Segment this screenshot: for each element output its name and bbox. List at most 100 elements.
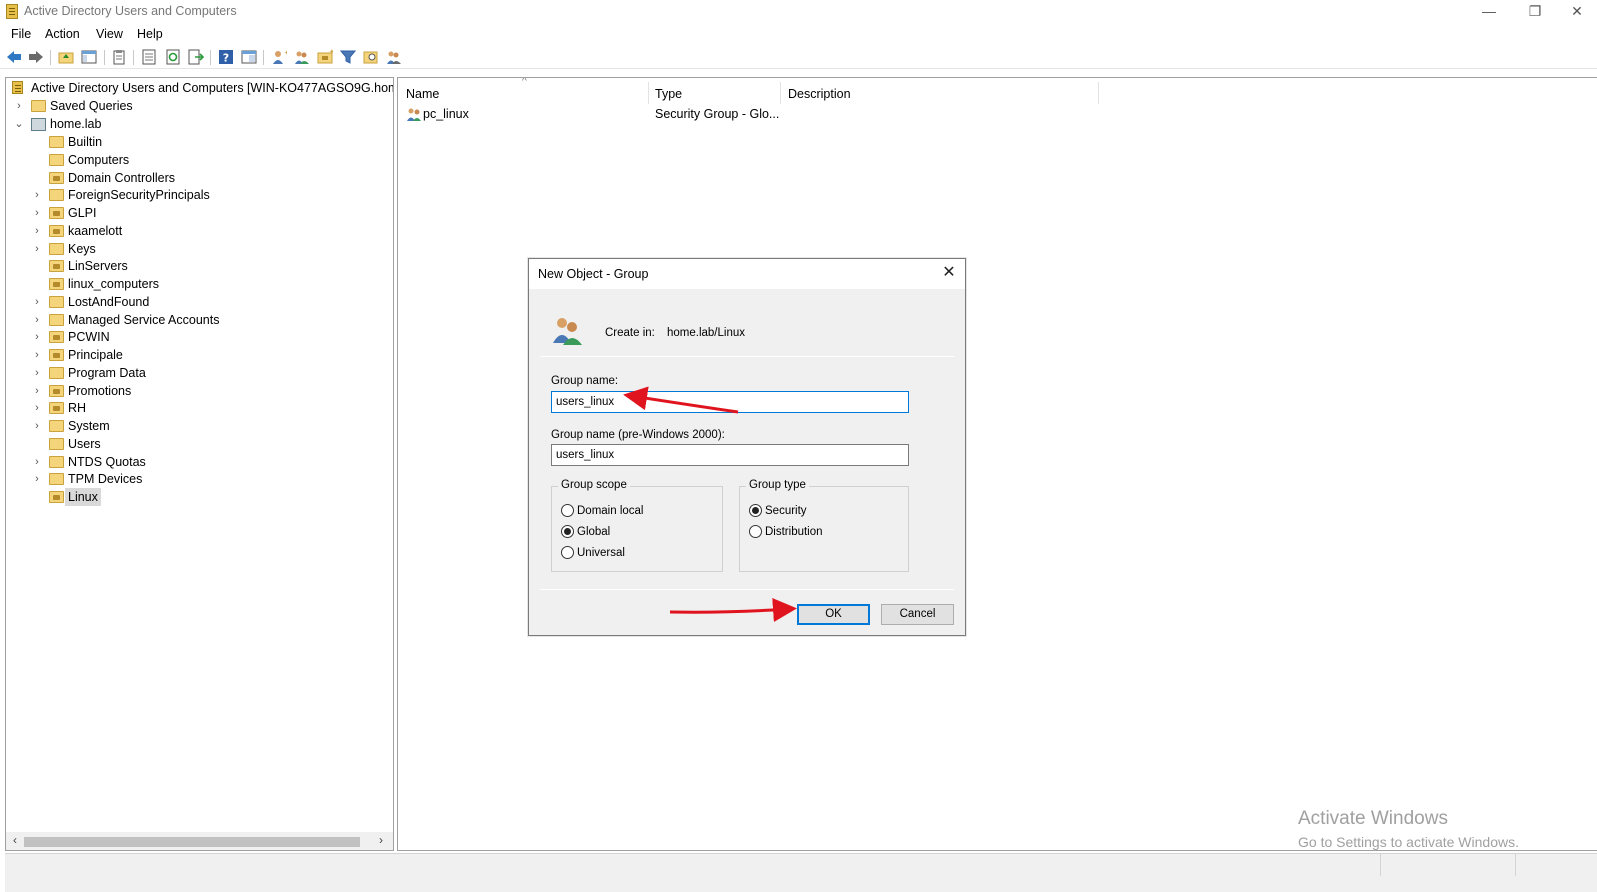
add-to-group-icon[interactable] bbox=[386, 49, 402, 65]
create-in-label: Create in: bbox=[605, 327, 655, 339]
chevron-right-icon[interactable]: › bbox=[32, 222, 42, 240]
group-type-box: Group type Security Distribution bbox=[739, 479, 909, 572]
new-group-icon[interactable] bbox=[294, 49, 310, 65]
aduc-icon bbox=[12, 81, 23, 94]
group-icon bbox=[553, 318, 582, 345]
help-icon[interactable]: ? bbox=[218, 49, 234, 65]
folder-icon bbox=[49, 455, 64, 468]
list-cell-name: pc_linux bbox=[423, 107, 469, 121]
ou-folder-icon bbox=[49, 491, 64, 503]
group-scope-box: Group scope Domain local Global Universa… bbox=[551, 479, 723, 572]
chevron-right-icon[interactable]: › bbox=[32, 346, 42, 364]
menu-help[interactable]: Help bbox=[137, 27, 163, 41]
tree-pane: Active Directory Users and Computers [WI… bbox=[5, 77, 394, 851]
group-name-pre2000-input[interactable] bbox=[551, 444, 909, 466]
activation-watermark-title: Activate Windows bbox=[1298, 808, 1448, 829]
close-button[interactable]: ✕ bbox=[1558, 0, 1596, 24]
radio-button[interactable] bbox=[561, 546, 574, 559]
ou-folder-icon bbox=[49, 224, 64, 237]
chevron-right-icon[interactable]: › bbox=[32, 204, 42, 222]
menu-action[interactable]: Action bbox=[45, 27, 80, 41]
folder-icon bbox=[49, 473, 64, 486]
group-name-pre2000-label: Group name (pre-Windows 2000): bbox=[551, 429, 725, 441]
folder-icon bbox=[49, 242, 64, 255]
console-view-icon[interactable] bbox=[241, 49, 257, 65]
show-hide-tree-icon[interactable] bbox=[81, 49, 97, 65]
cancel-button[interactable]: Cancel bbox=[881, 604, 954, 625]
horizontal-scrollbar[interactable]: ‹ › bbox=[6, 832, 393, 850]
chevron-right-icon[interactable]: › bbox=[32, 399, 42, 417]
back-arrow-icon[interactable] bbox=[6, 49, 22, 65]
status-bar bbox=[5, 853, 1597, 892]
column-header-type[interactable]: Type bbox=[655, 84, 682, 104]
chevron-right-icon[interactable]: › bbox=[32, 382, 42, 400]
export-list-icon[interactable] bbox=[188, 49, 204, 65]
svg-text:?: ? bbox=[223, 52, 229, 65]
divider bbox=[540, 356, 954, 357]
radio-button[interactable] bbox=[749, 525, 762, 538]
title-bar: Active Directory Users and Computers — ❐… bbox=[0, 0, 1597, 24]
chevron-right-icon[interactable]: › bbox=[32, 364, 42, 382]
up-folder-icon[interactable] bbox=[58, 49, 74, 65]
folder-icon bbox=[49, 437, 64, 450]
chevron-right-icon[interactable]: › bbox=[32, 417, 42, 435]
activation-watermark-subtitle: Go to Settings to activate Windows. bbox=[1298, 834, 1519, 850]
chevron-right-icon[interactable]: › bbox=[32, 470, 42, 488]
domain-icon bbox=[31, 118, 46, 131]
properties-icon[interactable] bbox=[141, 49, 157, 65]
group-name-label: Group name: bbox=[551, 375, 619, 387]
radio-button[interactable] bbox=[561, 504, 574, 517]
chevron-right-icon[interactable]: › bbox=[32, 186, 42, 204]
filter-icon[interactable] bbox=[340, 49, 356, 65]
folder-icon bbox=[49, 136, 64, 148]
restore-button[interactable]: ❐ bbox=[1512, 0, 1558, 24]
menu-view[interactable]: View bbox=[96, 27, 123, 41]
ou-folder-icon bbox=[49, 402, 64, 415]
column-header-description[interactable]: Description bbox=[788, 84, 851, 104]
folder-icon bbox=[49, 420, 64, 432]
menu-file[interactable]: File bbox=[11, 27, 31, 41]
chevron-right-icon[interactable]: › bbox=[14, 97, 24, 115]
folder-icon bbox=[49, 366, 64, 379]
folder-icon bbox=[31, 100, 46, 112]
group-name-input[interactable] bbox=[551, 391, 909, 413]
folder-icon bbox=[49, 313, 64, 326]
ou-folder-icon bbox=[49, 349, 64, 361]
window-title: Active Directory Users and Computers bbox=[24, 4, 237, 18]
group-scope-title: Group scope bbox=[558, 479, 630, 491]
clipboard-icon[interactable] bbox=[111, 49, 127, 65]
chevron-right-icon[interactable]: › bbox=[32, 311, 42, 329]
new-ou-icon[interactable]: ✦ bbox=[317, 49, 333, 65]
column-header-name[interactable]: Name bbox=[406, 84, 439, 104]
chevron-right-icon[interactable]: › bbox=[32, 453, 42, 471]
folder-icon bbox=[49, 153, 64, 166]
scrollbar-thumb[interactable] bbox=[24, 837, 360, 847]
forward-arrow-icon[interactable] bbox=[28, 49, 44, 65]
chevron-right-icon[interactable]: › bbox=[32, 240, 42, 258]
divider bbox=[540, 589, 954, 590]
new-group-dialog: New Object - Group ✕ Create in: home.lab… bbox=[528, 258, 966, 636]
scroll-left-icon[interactable]: ‹ bbox=[7, 833, 23, 847]
minimize-button[interactable]: — bbox=[1466, 0, 1512, 24]
chevron-right-icon[interactable]: › bbox=[32, 293, 42, 311]
svg-text:✦: ✦ bbox=[329, 49, 333, 56]
radio-button-checked[interactable] bbox=[561, 525, 574, 538]
group-type-title: Group type bbox=[746, 479, 809, 491]
dialog-title: New Object - Group bbox=[538, 267, 649, 281]
folder-icon bbox=[49, 189, 64, 202]
radio-button-checked[interactable] bbox=[749, 504, 762, 517]
refresh-icon[interactable] bbox=[165, 49, 181, 65]
sort-ascending-icon: ^ bbox=[522, 77, 527, 87]
new-user-icon[interactable]: ✦ bbox=[271, 49, 287, 65]
ou-folder-icon bbox=[49, 384, 64, 397]
chevron-right-icon[interactable]: › bbox=[32, 328, 42, 346]
create-in-path: home.lab/Linux bbox=[667, 327, 745, 339]
find-icon[interactable] bbox=[363, 49, 379, 65]
scroll-right-icon[interactable]: › bbox=[373, 833, 389, 847]
ou-folder-icon bbox=[49, 278, 64, 290]
svg-text:✦: ✦ bbox=[284, 49, 287, 57]
dialog-close-icon[interactable]: ✕ bbox=[939, 263, 959, 283]
ok-button[interactable]: OK bbox=[797, 604, 870, 625]
ou-folder-icon bbox=[49, 171, 64, 184]
chevron-down-icon[interactable]: ⌄ bbox=[14, 115, 24, 133]
